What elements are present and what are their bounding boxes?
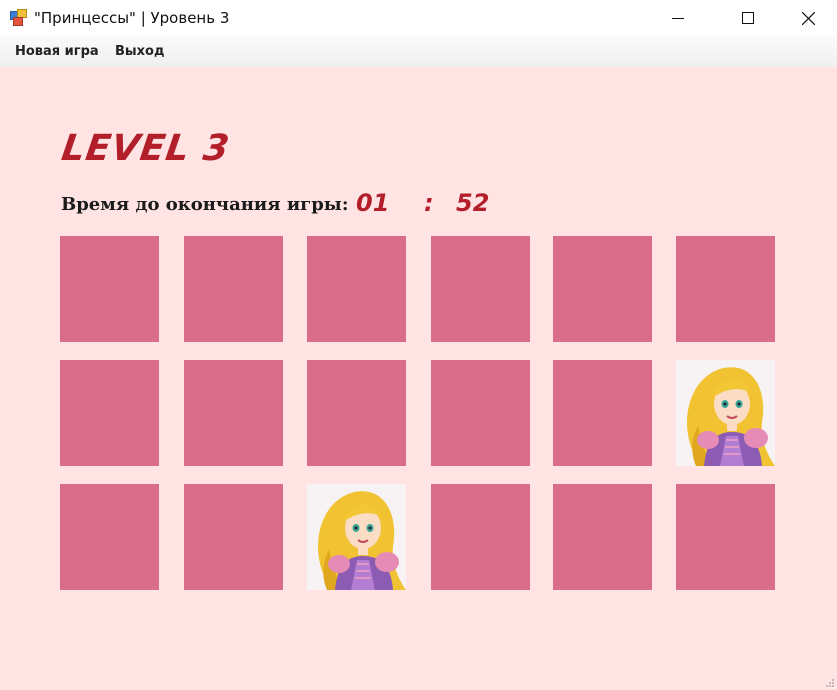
- memory-card[interactable]: [553, 236, 652, 342]
- minimize-button[interactable]: [655, 0, 701, 36]
- memory-card[interactable]: [431, 360, 530, 466]
- memory-card[interactable]: [307, 236, 406, 342]
- window-title: "Принцессы" | Уровень 3: [34, 9, 230, 27]
- minimize-icon: [672, 18, 684, 19]
- resize-grip-icon[interactable]: [825, 678, 835, 688]
- memory-card[interactable]: [431, 236, 530, 342]
- close-icon: [801, 11, 815, 25]
- timer-separator: :: [424, 189, 434, 217]
- memory-card[interactable]: [431, 484, 530, 590]
- level-title: LEVEL 3: [59, 128, 233, 169]
- menu-item-exit[interactable]: Выход: [115, 44, 164, 59]
- rapunzel-princess-image: [307, 484, 406, 590]
- maximize-button[interactable]: [725, 0, 771, 36]
- memory-card-revealed[interactable]: [676, 360, 775, 466]
- menu-bar: Новая игра Выход: [0, 36, 837, 67]
- timer-label: Время до окончания игры:: [61, 194, 349, 215]
- memory-card[interactable]: [676, 484, 775, 590]
- rapunzel-princess-image: [676, 360, 775, 466]
- memory-card[interactable]: [60, 360, 159, 466]
- memory-card[interactable]: [553, 360, 652, 466]
- memory-card[interactable]: [184, 484, 283, 590]
- timer-minutes: 01: [356, 189, 390, 217]
- menu-item-new-game[interactable]: Новая игра: [15, 44, 99, 59]
- windows-form-icon: [10, 9, 27, 26]
- memory-card[interactable]: [184, 236, 283, 342]
- close-button[interactable]: [785, 0, 831, 36]
- memory-card[interactable]: [307, 360, 406, 466]
- memory-card[interactable]: [60, 484, 159, 590]
- window-title-bar: "Принцессы" | Уровень 3: [0, 0, 837, 36]
- memory-card[interactable]: [553, 484, 652, 590]
- maximize-icon: [742, 12, 754, 24]
- memory-card-revealed[interactable]: [307, 484, 406, 590]
- memory-card[interactable]: [184, 360, 283, 466]
- memory-card[interactable]: [60, 236, 159, 342]
- memory-card[interactable]: [676, 236, 775, 342]
- timer-seconds: 52: [456, 189, 490, 217]
